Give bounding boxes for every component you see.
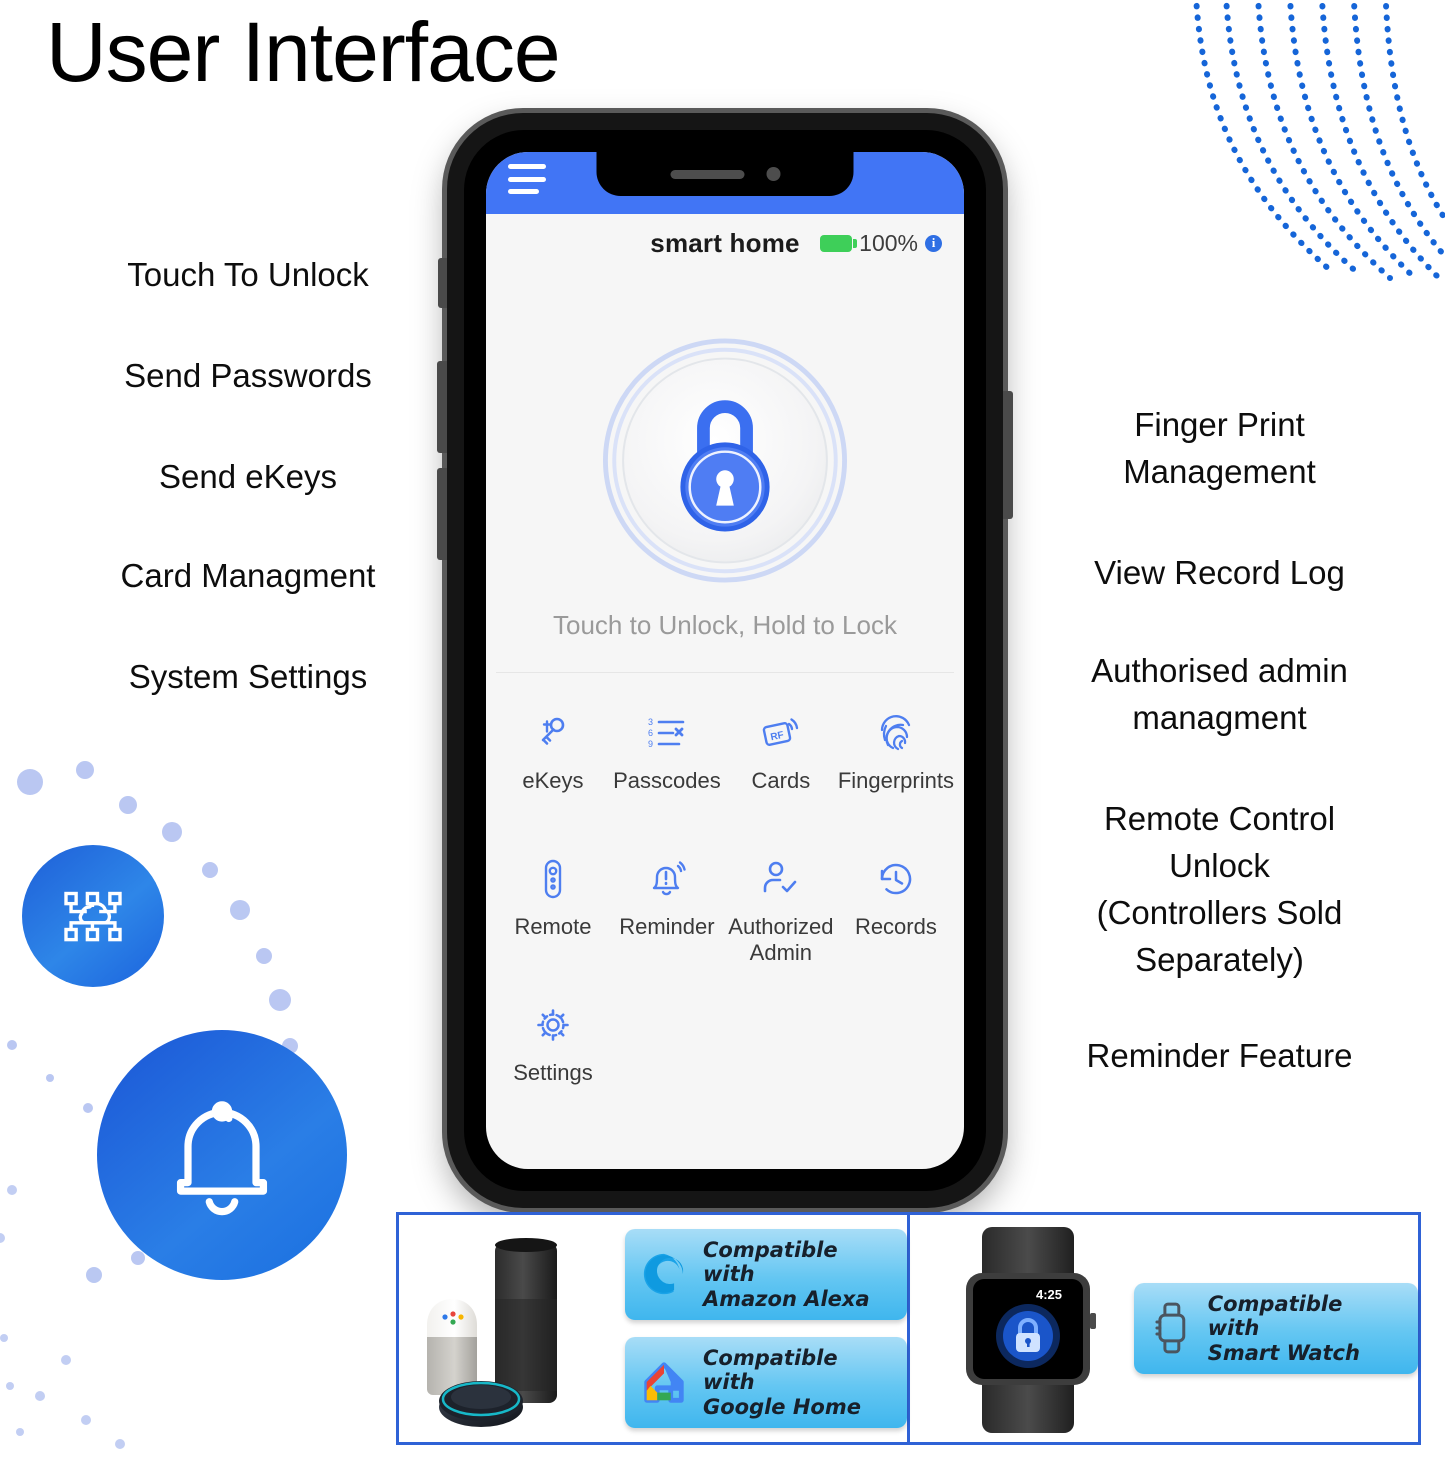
battery-full-icon [820,234,858,252]
feature-label-remote-control-unlock: Remote Control Unlock (Controllers Sold … [1096,800,1343,978]
grid-label: Settings [513,1060,593,1085]
phone-mockup: smart home 100% i Touch to Unlock, Hold … [437,113,1013,1208]
dotted-arcs-decoration [1193,0,1445,285]
feature-label-view-record-log: View Record Log [1094,554,1345,591]
grid-label: Authorized Admin [728,914,834,965]
grid-label: Fingerprints [837,768,954,793]
cloud-network-badge [22,845,164,987]
smart-watch-image: 4:25 [944,1221,1112,1436]
grid-label: Reminder [619,914,715,939]
device-status-row: smart home 100% i [486,218,964,268]
phone-volume-up-button [437,361,447,453]
ekeys-icon [533,710,573,756]
badge-smart-watch: Compatible with Smart Watch [1134,1282,1418,1375]
rf-card-icon: RF [760,710,802,756]
grid-item-records[interactable]: Records [838,838,954,974]
feature-label-finger-print-management: Finger Print Management [1123,406,1316,490]
compatibility-badges-right: Compatible with Smart Watch [1134,1282,1418,1375]
bell-badge [97,1030,347,1280]
info-icon[interactable]: i [925,234,942,252]
grid-item-authorized-admin[interactable]: Authorized Admin [724,838,838,974]
feature-label-touch-to-unlock: Touch To Unlock [127,256,369,293]
bell-alert-icon [646,856,688,902]
grid-item-reminder[interactable]: Reminder [610,838,724,974]
phone-notch [596,152,854,196]
phone-bezel: smart home 100% i Touch to Unlock, Hold … [464,130,986,1191]
feature-label-card-managment: Card Managment [120,557,376,594]
amazon-alexa-icon [643,1254,684,1295]
compatibility-badges-left: Compatible with Amazon Alexa Compatible … [625,1228,907,1429]
badge-amazon-alexa: Compatible with Amazon Alexa [625,1228,907,1320]
svg-text:3: 3 [648,717,653,727]
grid-label: Passcodes [613,768,721,793]
compatibility-panel: Compatible with Amazon Alexa Compatible … [396,1212,1421,1445]
google-home-icon [644,1361,684,1403]
feature-label-reminder-feature: Reminder Feature [1086,1037,1353,1074]
bell-icon [176,1101,268,1216]
feature-grid: eKeys 3 6 9 Passcodes RF Cards Fingerpri… [486,692,964,1120]
earpiece-speaker [670,169,744,179]
grid-label: Records [854,914,937,939]
battery-level: 100% [859,229,918,256]
feature-label-send-ekeys: Send eKeys [159,458,337,495]
fingerprint-icon [876,710,916,756]
smart-speakers-image [407,1229,607,1429]
badge-text: Compatible with Smart Watch [1207,1291,1360,1365]
phone-silent-switch [438,258,447,308]
cloud-network-icon [64,891,122,942]
phone-volume-down-button [437,468,447,560]
smart-watch-icon [1155,1303,1186,1354]
badge-text: Compatible with Amazon Alexa [702,1237,870,1311]
grid-item-settings[interactable]: Settings [496,984,610,1120]
feature-label-send-passwords: Send Passwords [124,357,372,394]
lock-hint-text: Touch to Unlock, Hold to Lock [553,610,897,640]
grid-item-remote[interactable]: Remote [496,838,610,974]
section-divider [496,672,954,673]
feature-label-authorised-admin-managment: Authorised admin managment [1091,652,1348,736]
grid-label: Cards [751,768,811,793]
user-check-icon [759,856,803,902]
badge-text: Compatible with Google Home [702,1346,861,1419]
compatibility-smart-watch: 4:25 Compatible with Smart Watch [910,1215,1418,1442]
compatibility-smart-speakers: Compatible with Amazon Alexa Compatible … [399,1215,907,1442]
grid-item-fingerprints[interactable]: Fingerprints [838,692,954,828]
gear-icon [533,1002,573,1048]
grid-label: Remote [514,914,592,939]
page-title: User Interface [46,5,561,99]
hamburger-menu-icon[interactable] [508,164,546,194]
feature-label-system-settings: System Settings [128,658,368,695]
phone-screen: smart home 100% i Touch to Unlock, Hold … [486,152,964,1169]
battery-status: 100% i [820,230,942,257]
grid-item-passcodes[interactable]: 3 6 9 Passcodes [610,692,724,828]
grid-item-cards[interactable]: RF Cards [724,692,838,828]
grid-label: eKeys [522,768,584,793]
passcodes-icon: 3 6 9 [645,710,689,756]
svg-text:9: 9 [648,739,653,749]
phone-power-button [1003,391,1013,519]
lock-unlock-button[interactable] [602,338,848,583]
lock-control-area: Touch to Unlock, Hold to Lock [486,280,964,666]
front-camera [766,167,780,181]
history-clock-icon [875,856,917,902]
badge-google-home: Compatible with Google Home [625,1337,907,1429]
remote-control-icon [540,856,566,902]
grid-item-ekeys[interactable]: eKeys [496,692,610,828]
watch-time: 4:25 [1036,1287,1062,1302]
poster-canvas: User Interface Touch To Unlock Send Pass… [0,0,1445,1449]
svg-text:6: 6 [648,728,653,738]
